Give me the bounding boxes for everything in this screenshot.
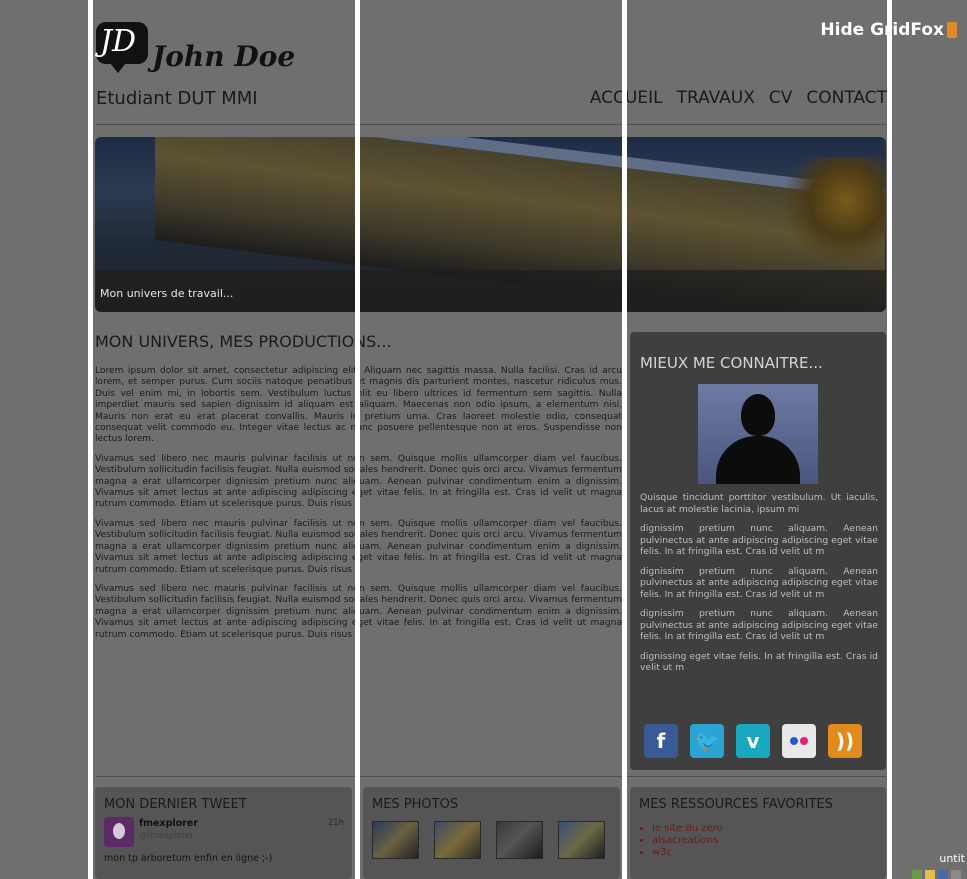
footer-divider — [96, 776, 886, 777]
site-name[interactable]: John Doe — [152, 40, 295, 73]
tweet-avatar[interactable] — [104, 817, 134, 847]
sidebar-title: MIEUX ME CONNAITRE... — [640, 354, 823, 372]
nav-travaux[interactable]: TRAVAUX — [677, 88, 755, 108]
hide-gridfox-button[interactable]: Hide GridFox — [820, 20, 957, 40]
sidebar-paragraph: dignissim pretium nunc aliquam. Aenean p… — [640, 523, 878, 557]
grid-column-line — [887, 0, 892, 879]
hero-trees — [786, 157, 886, 267]
page: JD John Doe Etudiant DUT MMI ACCUEIL TRA… — [0, 0, 967, 879]
hide-gridfox-label: Hide GridFox — [820, 20, 944, 40]
tweet-text: mon tp arboretum enfin en ligne ;-) — [104, 853, 273, 864]
profile-avatar — [698, 384, 818, 484]
resources-box: MES RESSOURCES FAVORITES le site du zero… — [630, 787, 886, 879]
main-nav: ACCUEIL TRAVAUX CV CONTACT — [590, 88, 887, 108]
site-subtitle: Etudiant DUT MMI — [96, 88, 258, 109]
rss-icon[interactable]: )) — [828, 724, 862, 758]
hero-caption: Mon univers de travail... — [100, 287, 234, 300]
tweet-box: MON DERNIER TWEET fmexplorer @fmexplorer… — [95, 787, 352, 879]
resource-links: le site du zero alsacreations w3c — [652, 823, 723, 859]
header-divider — [96, 124, 886, 125]
avatar-body — [716, 436, 800, 484]
resource-link[interactable]: le site du zero — [652, 823, 723, 835]
gridfox-icon — [947, 22, 957, 38]
status-icon[interactable] — [938, 870, 948, 879]
nav-cv[interactable]: CV — [769, 88, 793, 108]
sidebar-paragraph: Quisque tincidunt porttitor vestibulum. … — [640, 492, 878, 515]
photo-thumbnails — [372, 821, 605, 859]
status-icons — [912, 870, 961, 879]
resource-link[interactable]: w3c — [652, 847, 723, 859]
corner-label: untit — [939, 852, 965, 865]
sidebar-paragraph: dignissim pretium nunc aliquam. Aenean p… — [640, 608, 878, 642]
resource-link[interactable]: alsacreations — [652, 835, 723, 847]
vimeo-icon[interactable]: v — [736, 724, 770, 758]
sidebar-texts: Quisque tincidunt porttitor vestibulum. … — [640, 492, 878, 682]
status-icon[interactable] — [925, 870, 935, 879]
photos-box-title: MES PHOTOS — [372, 797, 459, 812]
nav-contact[interactable]: CONTACT — [806, 88, 887, 108]
sidebar-paragraph: dignissim pretium nunc aliquam. Aenean p… — [640, 565, 878, 600]
photos-box: MES PHOTOS — [363, 787, 620, 879]
sidebar-paragraph: dignissing eget vitae felis. In at fring… — [640, 650, 878, 674]
avatar-head — [741, 394, 775, 436]
social-links: f 🐦 v )) — [644, 724, 862, 758]
resources-box-title: MES RESSOURCES FAVORITES — [639, 797, 833, 812]
twitter-icon[interactable]: 🐦 — [690, 724, 724, 758]
photo-thumbnail[interactable] — [434, 821, 481, 859]
tweet-user[interactable]: fmexplorer — [139, 818, 198, 829]
logo-badge[interactable]: JD — [96, 22, 148, 73]
photo-thumbnail[interactable] — [372, 821, 419, 859]
facebook-icon[interactable]: f — [644, 724, 678, 758]
main-title: MON UNIVERS, MES PRODUCTIONS... — [95, 332, 392, 351]
tweet-handle[interactable]: @fmexplorer — [139, 831, 194, 841]
grid-column-line — [622, 0, 627, 879]
grid-column-line — [355, 0, 360, 879]
photo-thumbnail[interactable] — [496, 821, 543, 859]
tweet-box-title: MON DERNIER TWEET — [104, 797, 247, 812]
status-icon[interactable] — [912, 870, 922, 879]
photo-thumbnail[interactable] — [558, 821, 605, 859]
status-icon[interactable] — [951, 870, 961, 879]
logo-initials: JD — [100, 24, 137, 59]
sidebar-about: MIEUX ME CONNAITRE... Quisque tincidunt … — [630, 332, 886, 770]
hero-banner: Mon univers de travail... — [95, 137, 886, 312]
flickr-icon[interactable] — [782, 724, 816, 758]
tweet-time[interactable]: 21h — [328, 818, 344, 828]
grid-column-line — [88, 0, 93, 879]
